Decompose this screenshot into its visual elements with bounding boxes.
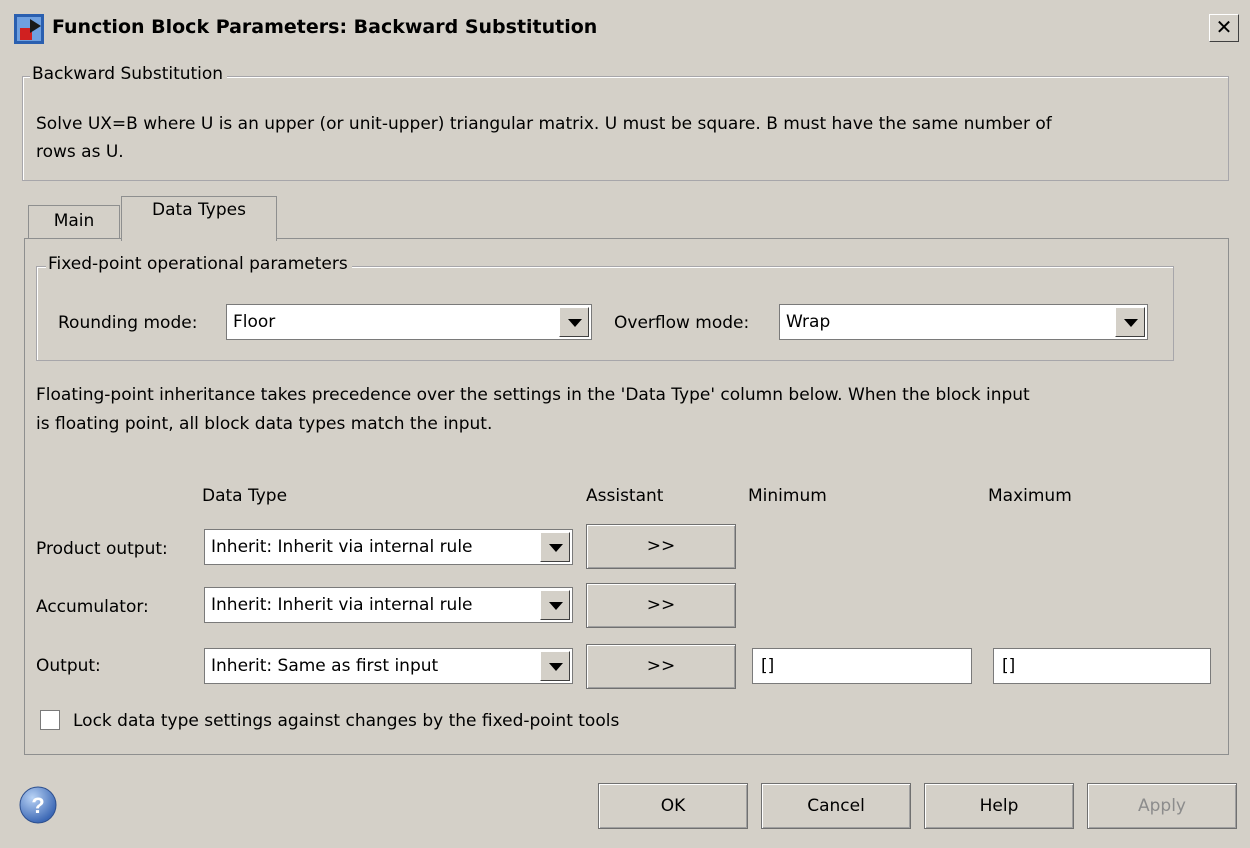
close-icon: ✕ [1215, 15, 1233, 39]
description-text-line1: Solve UX=B where U is an upper (or unit-… [36, 114, 1052, 134]
tab-panel-data-types [24, 238, 1229, 755]
simulink-block-icon [14, 14, 44, 44]
help-icon-glyph: ? [31, 793, 44, 818]
tab-main[interactable]: Main [28, 205, 120, 240]
close-button[interactable]: ✕ [1209, 14, 1239, 42]
window-title: Function Block Parameters: Backward Subs… [52, 16, 598, 38]
description-group-title: Backward Substitution [30, 64, 228, 84]
help-icon[interactable]: ? [18, 785, 58, 825]
apply-button[interactable]: Apply [1087, 783, 1237, 829]
help-button[interactable]: Help [924, 783, 1074, 829]
description-text-line2: rows as U. [36, 142, 124, 162]
tab-data-types[interactable]: Data Types [121, 196, 277, 241]
cancel-button[interactable]: Cancel [761, 783, 911, 829]
ok-button[interactable]: OK [598, 783, 748, 829]
tab-data-types-label: Data Types [152, 200, 246, 220]
